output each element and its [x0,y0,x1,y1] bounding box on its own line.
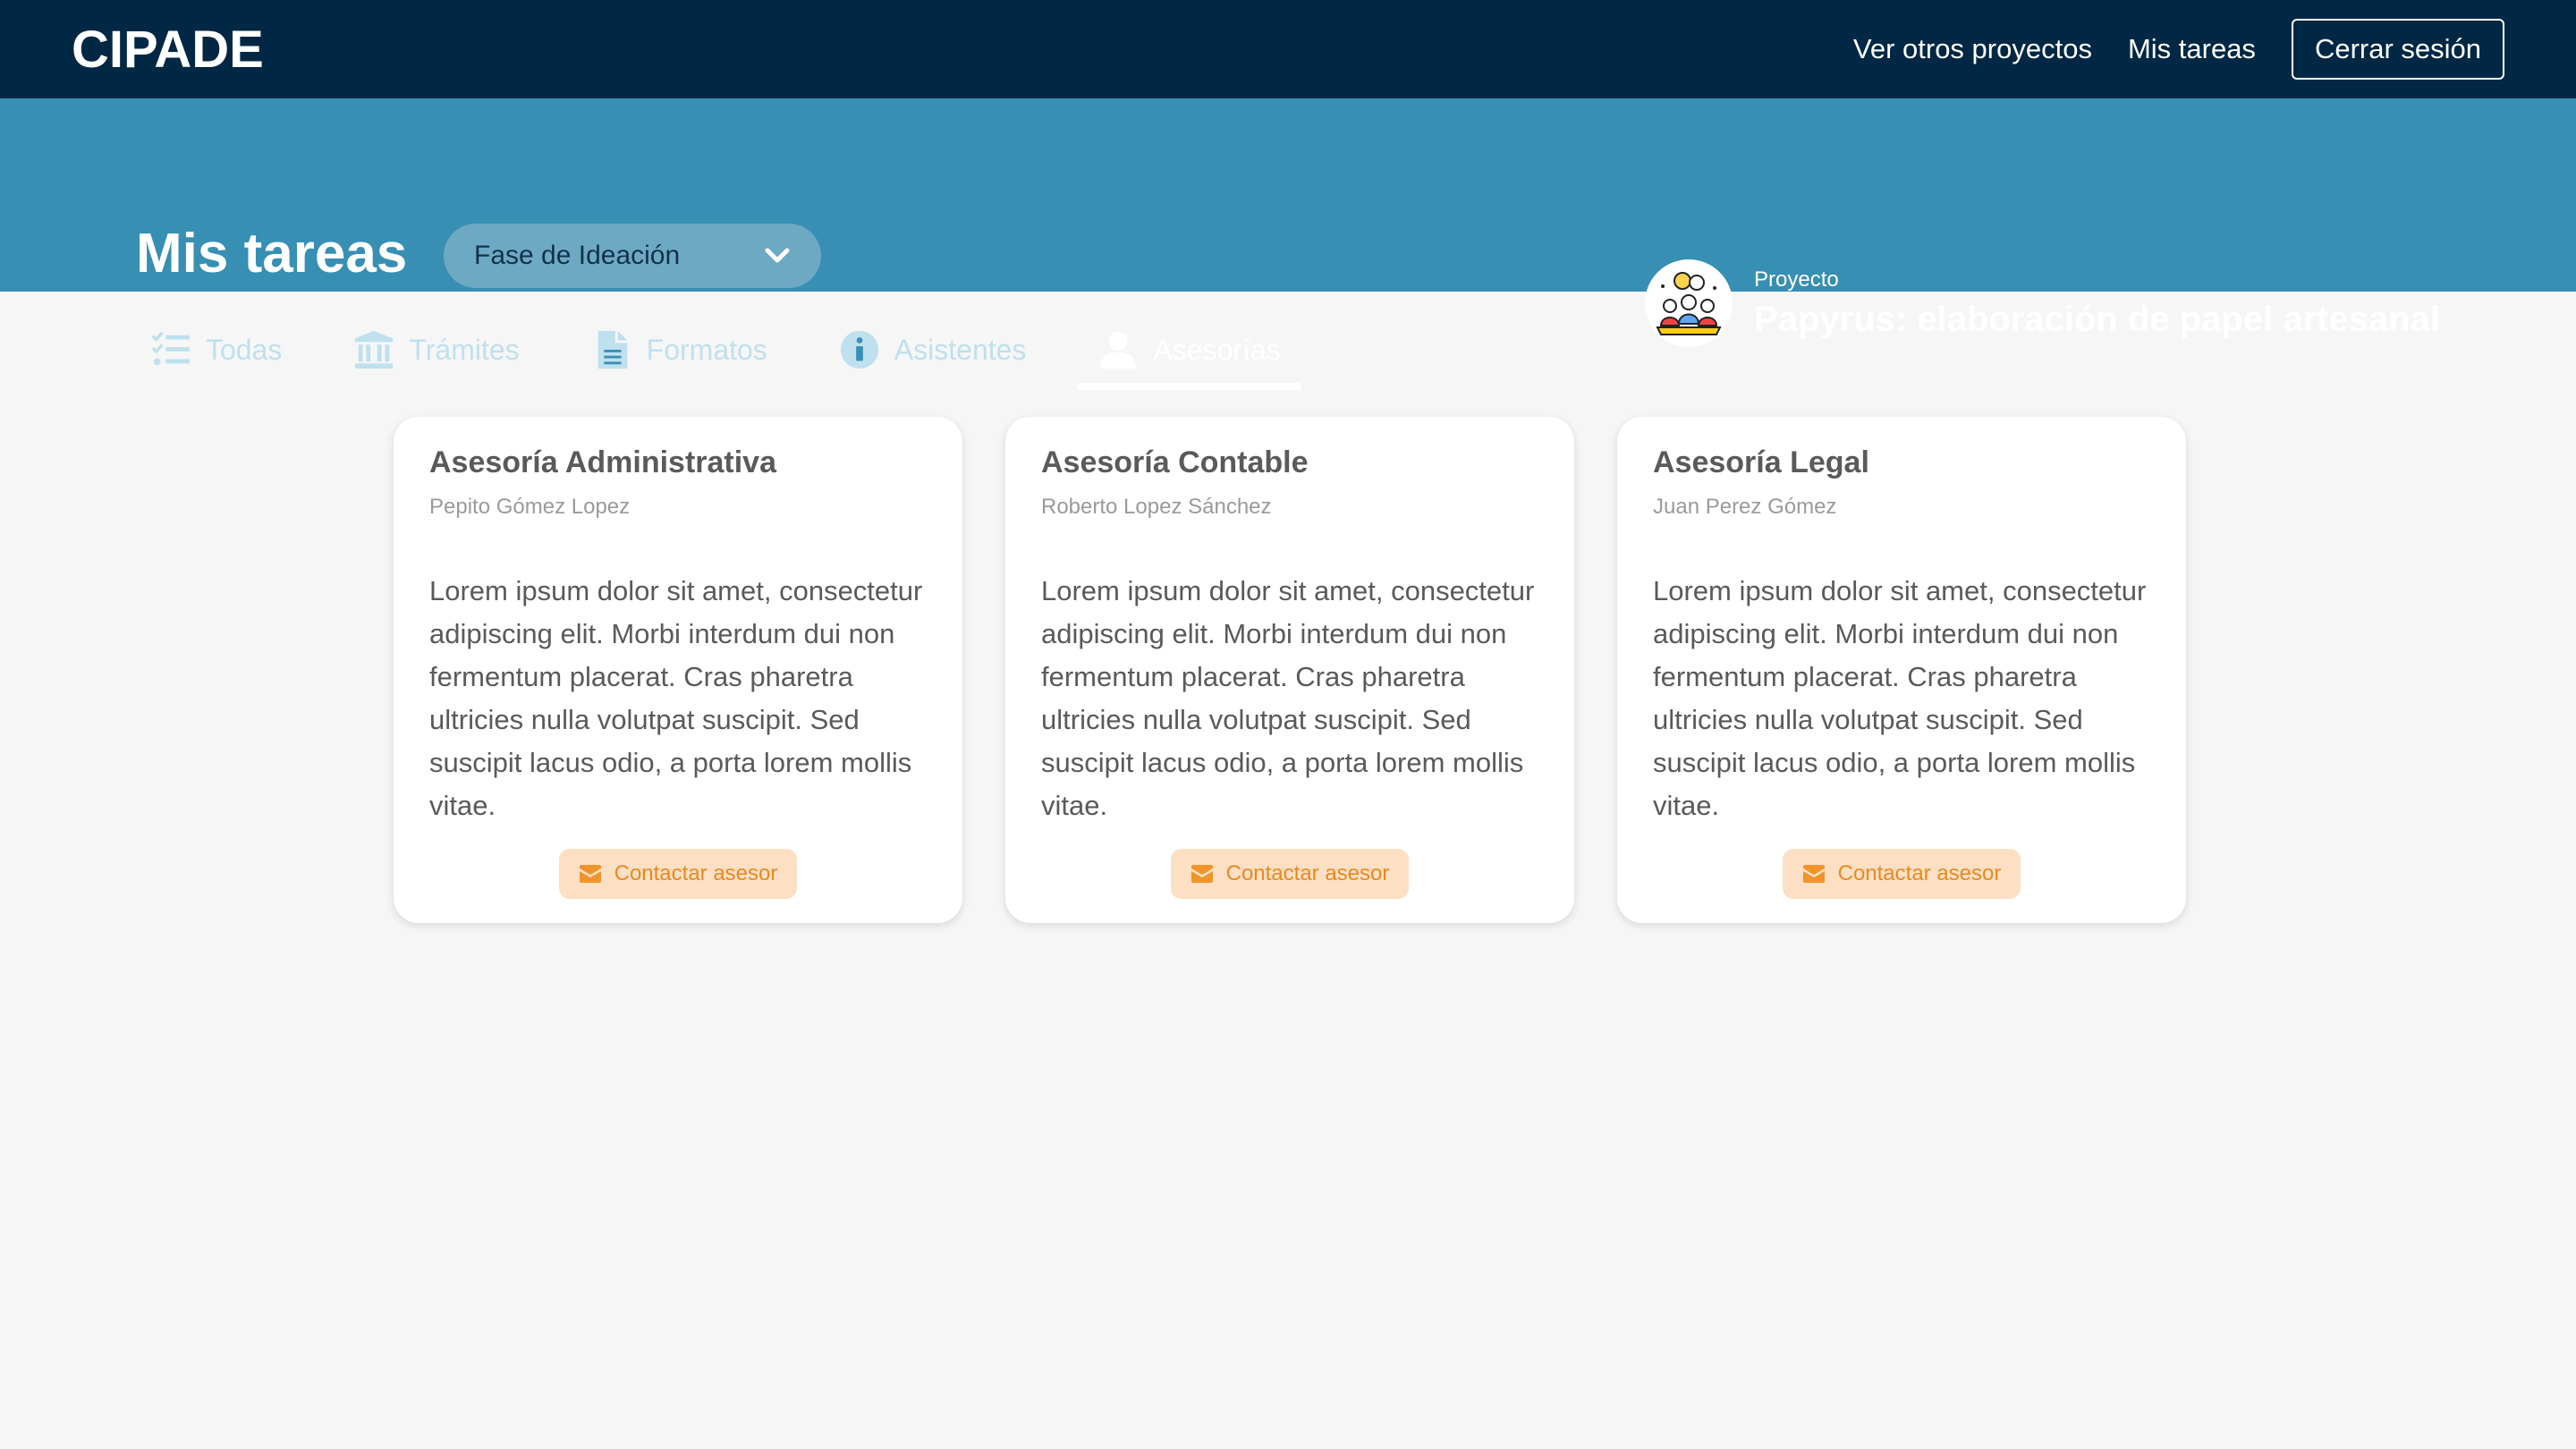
brand-logo[interactable]: CIPADE [72,20,264,80]
document-icon [597,330,627,369]
advisory-cards: Asesoría Administrativa Pepito Gómez Lop… [394,417,2186,923]
tab-all[interactable]: Todas [150,309,301,390]
tab-label: Asesorías [1153,333,1281,366]
envelope-icon [1802,865,1825,883]
tab-label: Formatos [646,333,767,366]
checklist-icon [151,331,191,366]
tab-bar: Todas Trámites Formatos Asistentes Aseso… [150,309,1333,390]
tab-label: Asistentes [894,333,1027,366]
contact-advisor-label: Contactar asesor [1225,861,1390,886]
project-info: Proyecto Papyrus: elaboración de papel a… [1645,259,2440,347]
project-label: Proyecto [1754,267,1839,292]
contact-advisor-label: Contactar asesor [1837,861,2002,886]
tab-procedures[interactable]: Trámites [334,309,538,390]
card-description: Lorem ipsum dolor sit amet, consectetur … [1653,575,2147,821]
card-advisor-name: Pepito Gómez Lopez [429,495,631,519]
tab-label: Todas [206,333,283,366]
page-title: Mis tareas [136,223,408,284]
project-avatar [1645,259,1733,347]
tab-label: Trámites [409,333,520,366]
envelope-icon [579,865,601,883]
card-title: Asesoría Legal [1653,445,1869,479]
card-title: Asesoría Administrativa [429,445,776,479]
advisory-card: Asesoría Contable Roberto Lopez Sánchez … [1005,417,1574,923]
project-text: Proyecto Papyrus: elaboración de papel a… [1754,267,2440,340]
people-idea-icon [1649,264,1729,343]
card-title: Asesoría Contable [1041,445,1309,479]
phase-select-value: Fase de Ideación [474,241,681,270]
card-description: Lorem ipsum dolor sit amet, consectetur … [429,575,923,821]
top-nav: Ver otros proyectos Mis tareas Cerrar se… [1853,19,2504,80]
user-icon [1100,331,1137,369]
contact-advisor-label: Contactar asesor [614,861,778,886]
project-name: Papyrus: elaboración de papel artesanal [1754,299,2440,339]
card-advisor-name: Roberto Lopez Sánchez [1041,495,1272,519]
tab-formats[interactable]: Formatos [572,309,787,390]
contact-advisor-button[interactable]: Contactar asesor [558,849,798,899]
bank-icon [355,330,394,369]
nav-link-other-projects[interactable]: Ver otros proyectos [1853,33,2092,65]
info-icon [840,330,878,369]
logout-button[interactable]: Cerrar sesión [2291,19,2504,80]
card-description: Lorem ipsum dolor sit amet, consectetur … [1041,575,1535,821]
tab-assistants[interactable]: Asistentes [819,309,1046,390]
advisory-card: Asesoría Legal Juan Perez Gómez Lorem ip… [1617,417,2186,923]
tab-advisories[interactable]: Asesorías [1078,309,1301,390]
advisory-card: Asesoría Administrativa Pepito Gómez Lop… [394,417,962,923]
contact-advisor-button[interactable]: Contactar asesor [1782,849,2021,899]
phase-select[interactable]: Fase de Ideación [444,224,821,288]
card-advisor-name: Juan Perez Gómez [1653,495,1837,519]
page-header: Mis tareas Fase de Ideación Todas Trámit… [0,98,2576,390]
contact-advisor-button[interactable]: Contactar asesor [1170,849,1410,899]
nav-link-my-tasks[interactable]: Mis tareas [2128,33,2256,65]
chevron-down-icon [765,248,790,263]
top-navbar: CIPADE Ver otros proyectos Mis tareas Ce… [0,0,2576,98]
envelope-icon [1191,865,1213,883]
